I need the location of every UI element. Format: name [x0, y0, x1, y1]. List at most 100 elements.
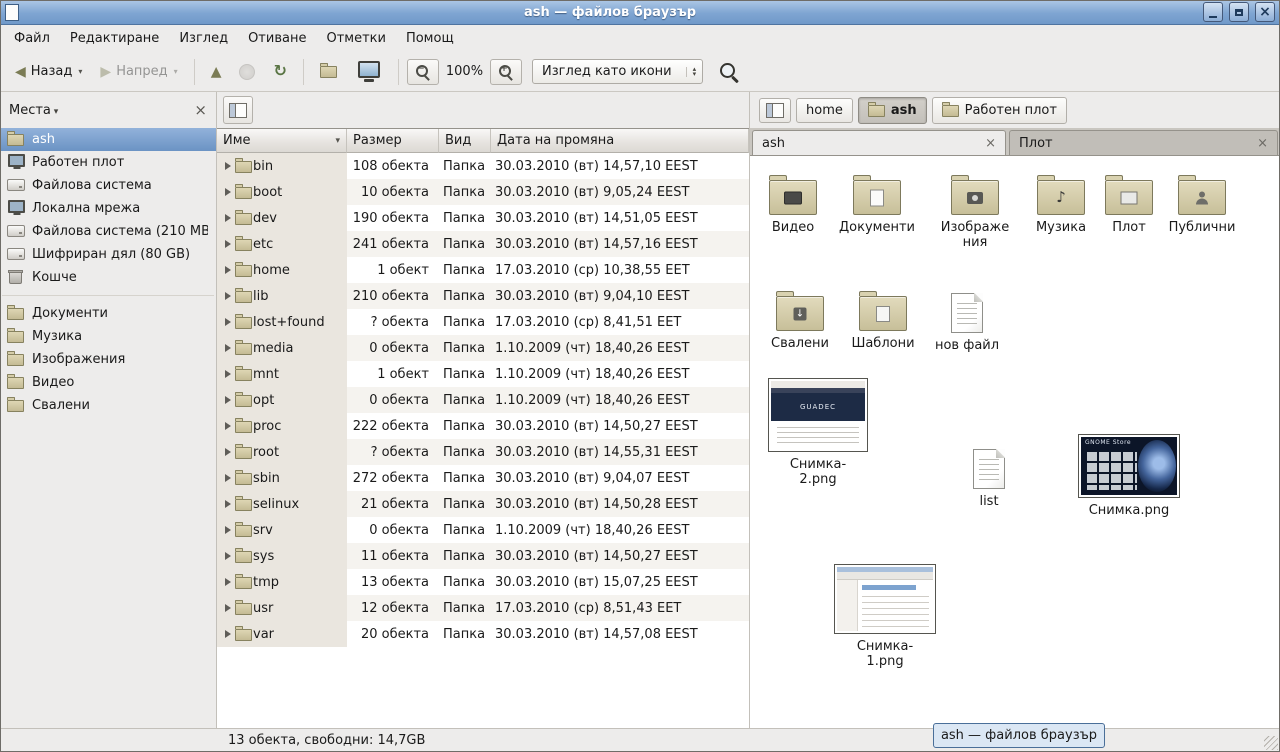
tab-close-icon[interactable]	[985, 137, 996, 150]
sidebar-item-pictures[interactable]: Изображения	[0, 348, 216, 371]
expander-icon[interactable]	[225, 500, 231, 508]
maximize-button[interactable]	[1229, 2, 1249, 22]
sidebar-item-ash[interactable]: ash	[0, 128, 216, 151]
minimize-button[interactable]	[1203, 2, 1223, 22]
home-button[interactable]	[312, 58, 346, 85]
pathbar-desktop-button[interactable]: Работен плот	[932, 97, 1067, 124]
tree-row-dev[interactable]: dev190 обектаПапка30.03.2010 (вт) 14,51,…	[217, 205, 749, 231]
tree-row-home[interactable]: home1 обектПапка17.03.2010 (ср) 10,38,55…	[217, 257, 749, 283]
sidebar-item-encrypted-80gb[interactable]: Шифриран дял (80 GB)	[0, 243, 216, 266]
menu-go[interactable]: Отиване	[238, 27, 316, 50]
tab-plot[interactable]: Плот	[1009, 130, 1278, 155]
taskbar-window-button[interactable]: ash — файлов браузър	[933, 723, 1105, 748]
expander-icon[interactable]	[225, 162, 231, 170]
expander-icon[interactable]	[225, 474, 231, 482]
file-icon-documents[interactable]: Документи	[835, 172, 919, 235]
up-button[interactable]: ▲	[203, 60, 230, 84]
pane-toggle-button[interactable]	[223, 96, 253, 124]
tab-close-icon[interactable]	[1257, 137, 1268, 150]
tree-row-mnt[interactable]: mnt1 обектПапка1.10.2009 (чт) 18,40,26 E…	[217, 361, 749, 387]
sidebar-item-documents[interactable]: Документи	[0, 302, 216, 325]
sidebar-item-network[interactable]: Локална мрежа	[0, 197, 216, 220]
sidebar-item-downloads[interactable]: Свалени	[0, 394, 216, 417]
file-icon-downloads[interactable]: Свалени	[758, 288, 842, 351]
tree-row-selinux[interactable]: selinux21 обектаПапка30.03.2010 (вт) 14,…	[217, 491, 749, 517]
tree-row-tmp[interactable]: tmp13 обектаПапка30.03.2010 (вт) 15,07,2…	[217, 569, 749, 595]
sidebar-item-trash[interactable]: Кошче	[0, 266, 216, 289]
file-icon-snimka-2-png[interactable]: GUADEC Снимка-2.png	[763, 378, 873, 488]
icon-view[interactable]: Видео Документи Изображения Музика Плот …	[750, 156, 1280, 728]
menu-help[interactable]: Помощ	[396, 27, 464, 50]
sort-arrow-icon[interactable]: ▾	[335, 136, 340, 146]
view-mode-dropdown[interactable]: Изглед като икони	[532, 59, 703, 84]
tree-row-root[interactable]: root? обектаПапка30.03.2010 (вт) 14,55,3…	[217, 439, 749, 465]
column-header-name[interactable]: Име▾	[217, 129, 347, 153]
back-dropdown-icon[interactable]: ▾	[78, 67, 82, 76]
expander-icon[interactable]	[225, 448, 231, 456]
zoom-in-button[interactable]	[490, 59, 522, 85]
spinner-arrows-icon[interactable]	[686, 67, 697, 77]
file-icon-desktop[interactable]: Плот	[1087, 172, 1171, 235]
back-button[interactable]: ◀ Назад ▾	[7, 59, 90, 84]
file-icon-video[interactable]: Видео	[751, 172, 835, 235]
expander-icon[interactable]	[225, 214, 231, 222]
stop-button[interactable]	[231, 59, 263, 85]
expander-icon[interactable]	[225, 422, 231, 430]
sidebar-item-desktop[interactable]: Работен плот	[0, 151, 216, 174]
sidebar-close-button[interactable]	[194, 103, 207, 118]
expander-icon[interactable]	[225, 292, 231, 300]
sidebar-item-music[interactable]: Музика	[0, 325, 216, 348]
pathbar-root-button[interactable]	[759, 98, 791, 123]
sidebar-title-dropdown[interactable]: Места	[9, 103, 58, 118]
sidebar-item-filesystem[interactable]: Файлова система	[0, 174, 216, 197]
file-icon-list[interactable]: list	[947, 446, 1031, 509]
reload-button[interactable]	[265, 58, 294, 85]
tree-row-boot[interactable]: boot10 обектаПапка30.03.2010 (вт) 9,05,2…	[217, 179, 749, 205]
expander-icon[interactable]	[225, 344, 231, 352]
tree-row-srv[interactable]: srv0 обектаПапка1.10.2009 (чт) 18,40,26 …	[217, 517, 749, 543]
tree-row-proc[interactable]: proc222 обектаПапка30.03.2010 (вт) 14,50…	[217, 413, 749, 439]
menu-bookmarks[interactable]: Отметки	[316, 27, 395, 50]
zoom-out-button[interactable]	[407, 59, 439, 85]
search-icon[interactable]	[719, 62, 739, 82]
resize-grip-icon[interactable]	[1264, 736, 1278, 750]
menu-view[interactable]: Изглед	[169, 27, 238, 50]
file-icon-templates[interactable]: Шаблони	[841, 288, 925, 351]
column-header-type[interactable]: Вид	[439, 129, 491, 153]
file-icon-pictures[interactable]: Изображения	[933, 172, 1017, 251]
expander-icon[interactable]	[225, 188, 231, 196]
computer-button[interactable]	[348, 56, 390, 87]
tab-ash[interactable]: ash	[752, 130, 1006, 155]
expander-icon[interactable]	[225, 526, 231, 534]
expander-icon[interactable]	[225, 604, 231, 612]
pathbar-home-button[interactable]: home	[796, 98, 853, 123]
menu-file[interactable]: Файл	[4, 27, 60, 50]
tree-row-etc[interactable]: etc241 обектаПапка30.03.2010 (вт) 14,57,…	[217, 231, 749, 257]
sidebar-item-filesystem-210mb[interactable]: Файлова система (210 MB)	[0, 220, 216, 243]
close-button[interactable]	[1255, 2, 1275, 22]
expander-icon[interactable]	[225, 396, 231, 404]
file-icon-new-file[interactable]: нов файл	[925, 290, 1009, 353]
tree-row-var[interactable]: var20 обектаПапка30.03.2010 (вт) 14,57,0…	[217, 621, 749, 647]
tree-row-lib[interactable]: lib210 обектаПапка30.03.2010 (вт) 9,04,1…	[217, 283, 749, 309]
menu-edit[interactable]: Редактиране	[60, 27, 169, 50]
file-icon-snimka-1-png[interactable]: Снимка-1.png	[830, 564, 940, 670]
tree-row-media[interactable]: media0 обектаПапка1.10.2009 (чт) 18,40,2…	[217, 335, 749, 361]
expander-icon[interactable]	[225, 578, 231, 586]
expander-icon[interactable]	[225, 240, 231, 248]
tree-row-lost-found[interactable]: lost+found? обектаПапка17.03.2010 (ср) 8…	[217, 309, 749, 335]
expander-icon[interactable]	[225, 552, 231, 560]
sidebar-item-videos[interactable]: Видео	[0, 371, 216, 394]
file-icon-snimka-png[interactable]: GNOME Store Снимка.png	[1074, 434, 1184, 518]
expander-icon[interactable]	[225, 630, 231, 638]
file-icon-public[interactable]: Публични	[1160, 172, 1244, 235]
tree-row-sys[interactable]: sys11 обектаПапка30.03.2010 (вт) 14,50,2…	[217, 543, 749, 569]
pathbar-ash-button[interactable]: ash	[858, 97, 927, 124]
expander-icon[interactable]	[225, 266, 231, 274]
expander-icon[interactable]	[225, 370, 231, 378]
tree-row-opt[interactable]: opt0 обектаПапка1.10.2009 (чт) 18,40,26 …	[217, 387, 749, 413]
column-header-date[interactable]: Дата на промяна	[491, 129, 749, 153]
expander-icon[interactable]	[225, 318, 231, 326]
tree-row-bin[interactable]: bin108 обектаПапка30.03.2010 (вт) 14,57,…	[217, 153, 749, 179]
tree-row-usr[interactable]: usr12 обектаПапка17.03.2010 (ср) 8,51,43…	[217, 595, 749, 621]
